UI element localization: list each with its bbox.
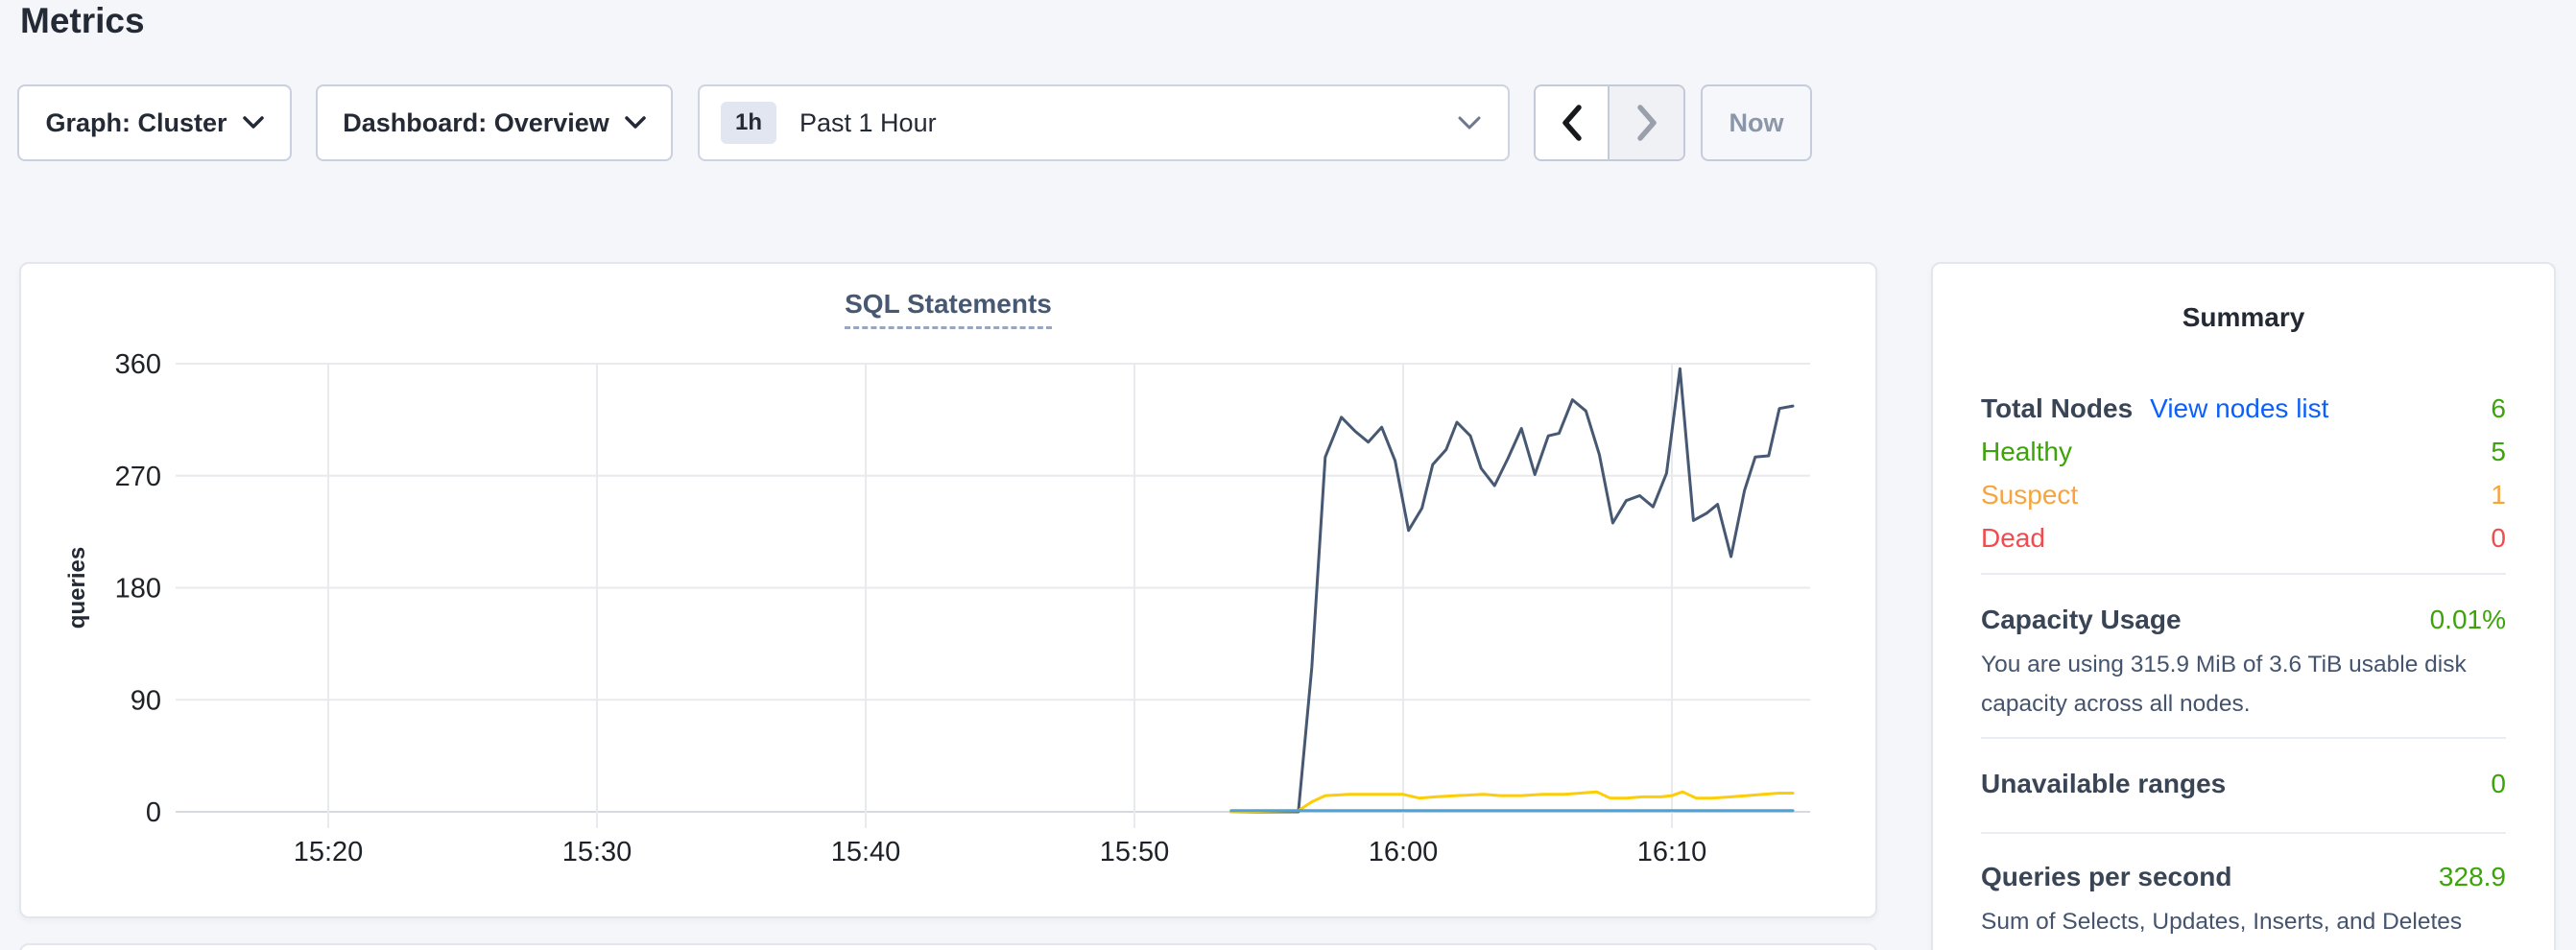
svg-text:15:30: 15:30 (562, 837, 632, 867)
dead-value: 0 (2491, 523, 2506, 554)
dead-label: Dead (1981, 523, 2045, 554)
now-button[interactable]: Now (1701, 84, 1812, 161)
svg-text:360: 360 (115, 349, 161, 380)
dead-nodes-row: Dead 0 (1981, 516, 2506, 559)
healthy-label: Healthy (1981, 437, 2072, 467)
svg-text:15:50: 15:50 (1100, 837, 1170, 867)
chart-title-row: SQL Statements (21, 289, 1875, 329)
svg-text:15:40: 15:40 (831, 837, 901, 867)
chevron-down-icon (1458, 116, 1481, 131)
capacity-usage-section: Capacity Usage 0.01% You are using 315.9… (1981, 598, 2506, 724)
summary-panel: Summary Total Nodes View nodes list 6 He… (1931, 262, 2556, 950)
chevron-down-icon (625, 116, 646, 130)
chart-title[interactable]: SQL Statements (845, 289, 1052, 329)
suspect-nodes-row: Suspect 1 (1981, 473, 2506, 516)
capacity-usage-label: Capacity Usage (1981, 605, 2182, 635)
capacity-usage-description: You are using 315.9 MiB of 3.6 TiB usabl… (1981, 645, 2506, 724)
capacity-usage-value: 0.01% (2430, 605, 2506, 635)
dashboard-dropdown-label: Dashboard: Overview (343, 108, 609, 138)
time-range-picker[interactable]: 1h Past 1 Hour (698, 84, 1510, 161)
svg-text:270: 270 (115, 462, 161, 492)
page-title: Metrics (20, 0, 145, 46)
chevron-left-icon (1559, 103, 1586, 143)
total-nodes-label: Total Nodes (1981, 393, 2133, 424)
svg-text:15:20: 15:20 (294, 837, 364, 867)
time-range-badge: 1h (721, 102, 776, 144)
svg-text:90: 90 (131, 685, 161, 716)
time-range-label: Past 1 Hour (799, 108, 1458, 138)
chevron-down-icon (243, 116, 264, 130)
divider (1981, 737, 2506, 739)
svg-text:16:10: 16:10 (1637, 837, 1707, 867)
healthy-value: 5 (2491, 437, 2506, 467)
previous-time-window-button[interactable] (1536, 86, 1610, 159)
metrics-page: { "page": { "heading": "Metrics" }, "too… (0, 0, 2576, 950)
graph-scope-dropdown[interactable]: Graph: Cluster (17, 84, 292, 161)
next-time-window-button[interactable] (1610, 86, 1683, 159)
unavailable-ranges-value: 0 (2491, 769, 2506, 799)
node-status-list: Total Nodes View nodes list 6 Healthy 5 … (1981, 387, 2506, 559)
graph-scope-dropdown-label: Graph: Cluster (45, 108, 227, 138)
divider (1981, 832, 2506, 834)
next-chart-card-edge (19, 943, 1877, 950)
svg-text:0: 0 (146, 797, 161, 828)
sql-statements-line-chart[interactable]: 0 90 180 270 360 15:20 15:30 15:40 15:50 16:00 16:… (21, 264, 1875, 916)
summary-title: Summary (1981, 302, 2506, 333)
healthy-nodes-row: Healthy 5 (1981, 430, 2506, 473)
svg-text:180: 180 (115, 574, 161, 605)
suspect-value: 1 (2491, 480, 2506, 511)
unavailable-ranges-row: Unavailable ranges 0 (1981, 762, 2506, 805)
svg-text:16:00: 16:00 (1369, 837, 1439, 867)
queries-per-second-row: Queries per second 328.9 (1981, 855, 2506, 898)
dashboard-dropdown[interactable]: Dashboard: Overview (316, 84, 673, 161)
total-nodes-row: Total Nodes View nodes list 6 (1981, 387, 2506, 430)
divider (1981, 573, 2506, 575)
suspect-label: Suspect (1981, 480, 2078, 511)
chevron-right-icon (1634, 103, 1660, 143)
sql-statements-chart-card: SQL Statements 0 90 180 270 360 15:20 15:30 15:… (19, 262, 1877, 918)
unavailable-ranges-section: Unavailable ranges 0 (1981, 762, 2506, 805)
view-nodes-list-link[interactable]: View nodes list (2150, 393, 2328, 424)
total-nodes-value: 6 (2491, 393, 2506, 424)
queries-per-second-description: Sum of Selects, Updates, Inserts, and De… (1981, 902, 2506, 950)
queries-per-second-label: Queries per second (1981, 862, 2231, 892)
capacity-usage-row: Capacity Usage 0.01% (1981, 598, 2506, 641)
now-button-label: Now (1729, 108, 1784, 138)
time-step-button-group (1534, 84, 1685, 161)
queries-per-second-section: Queries per second 328.9 Sum of Selects,… (1981, 855, 2506, 950)
queries-per-second-value: 328.9 (2439, 862, 2506, 892)
svg-text:queries: queries (64, 547, 90, 629)
unavailable-ranges-label: Unavailable ranges (1981, 769, 2226, 799)
